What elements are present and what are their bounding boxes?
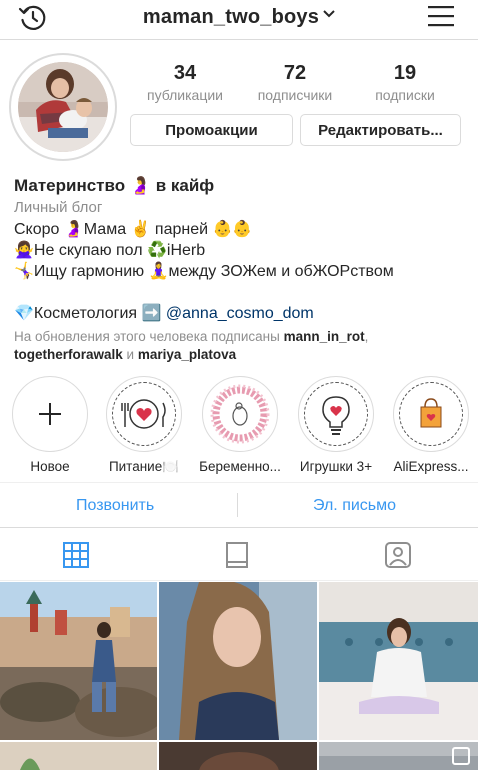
top-bar: maman_two_boys xyxy=(0,0,478,40)
email-button[interactable]: Эл. письмо xyxy=(313,497,396,515)
highlight-toys[interactable]: Игрушки 3+ xyxy=(294,376,378,474)
post-thumbnail[interactable] xyxy=(0,582,157,740)
highlight-label: Игрушки 3+ xyxy=(299,459,373,474)
avatar-photo xyxy=(18,62,108,152)
promotions-button[interactable]: Промоакции xyxy=(130,114,293,146)
posts-label: публикации xyxy=(147,87,223,103)
profile-tabs xyxy=(0,529,478,581)
highlight-ring xyxy=(393,376,469,452)
bio-line-2: 🙅‍♀️Не скупаю пол ♻️iHerb xyxy=(14,242,206,259)
pregnancy-wreath-icon xyxy=(208,382,272,446)
followed-by[interactable]: На обновления этого человека подписаны m… xyxy=(14,328,368,364)
profile-name: Материнство 🤰 в кайф xyxy=(14,176,215,195)
followed-by-prefix: На обновления этого человека подписаны xyxy=(14,329,284,344)
follower-togetherforawalk[interactable]: togetherforawalk xyxy=(14,347,123,362)
post-thumbnail[interactable] xyxy=(159,582,317,740)
lightbulb-heart-icon xyxy=(304,382,368,446)
profile-category: Личный блог xyxy=(14,199,103,216)
followers-count: 72 xyxy=(283,62,307,84)
posts-count: 34 xyxy=(173,62,197,84)
username-label: maman_two_boys xyxy=(142,6,320,28)
menu-icon[interactable] xyxy=(426,3,456,29)
post-thumbnail[interactable] xyxy=(319,742,478,770)
bio-line-1: Скоро 🤰Мама ✌️ парней 👶👶 xyxy=(14,221,253,238)
stat-following[interactable]: 19 подписки xyxy=(355,62,455,103)
chevron-down-icon xyxy=(323,10,335,18)
account-switcher[interactable]: maman_two_boys xyxy=(0,6,478,29)
bio-line-4: 💎Косметология ➡️ @anna_cosmo_dom xyxy=(14,303,314,323)
highlight-label: Питание🍽️ xyxy=(108,459,180,474)
bio-line-4-text: 💎Косметология ➡️ xyxy=(14,305,166,322)
mention-link[interactable]: @anna_cosmo_dom xyxy=(166,305,314,322)
highlight-new[interactable]: Новое xyxy=(8,376,92,474)
follower-mariya-platova[interactable]: mariya_platova xyxy=(138,347,236,362)
contact-divider xyxy=(237,493,238,517)
post-thumbnail[interactable] xyxy=(159,742,317,770)
post-thumbnail[interactable] xyxy=(319,582,478,740)
highlight-food[interactable]: Питание🍽️ xyxy=(102,376,186,475)
highlight-ring xyxy=(106,376,182,452)
highlight-aliexpress[interactable]: AliExpress... xyxy=(389,376,473,474)
stat-followers[interactable]: 72 подписчики xyxy=(245,62,345,103)
profile-avatar[interactable] xyxy=(9,53,117,161)
following-label: подписки xyxy=(375,87,435,103)
plus-icon xyxy=(39,403,61,425)
plate-heart-icon xyxy=(112,382,176,446)
edit-profile-button[interactable]: Редактировать... xyxy=(300,114,461,146)
call-button[interactable]: Позвонить xyxy=(76,497,154,515)
following-count: 19 xyxy=(393,62,417,84)
highlight-pregnancy[interactable]: Беременно... xyxy=(198,376,282,474)
highlight-ring xyxy=(298,376,374,452)
highlight-ring xyxy=(202,376,278,452)
highlight-label: Новое xyxy=(30,459,70,474)
grid-icon[interactable] xyxy=(62,541,90,569)
highlight-label: AliExpress... xyxy=(393,459,469,474)
follower-mann-in-rot[interactable]: mann_in_rot xyxy=(284,329,365,344)
igtv-icon[interactable] xyxy=(223,541,251,569)
post-thumbnail[interactable] xyxy=(0,742,157,770)
contact-row: Позвонить Эл. письмо xyxy=(0,482,478,528)
stat-posts[interactable]: 34 публикации xyxy=(135,62,235,103)
followers-label: подписчики xyxy=(257,87,333,103)
followed-sep: , xyxy=(364,329,369,344)
bio-line-3: 🤸‍♀️Ищу гармонию 🧘‍♀️между ЗОЖем и обЖОР… xyxy=(14,263,394,280)
shopping-bag-icon xyxy=(399,382,463,446)
followed-and: и xyxy=(122,347,138,362)
highlight-label: Беременно... xyxy=(199,459,281,474)
tagged-icon[interactable] xyxy=(384,541,412,569)
highlight-new-ring xyxy=(12,376,88,452)
